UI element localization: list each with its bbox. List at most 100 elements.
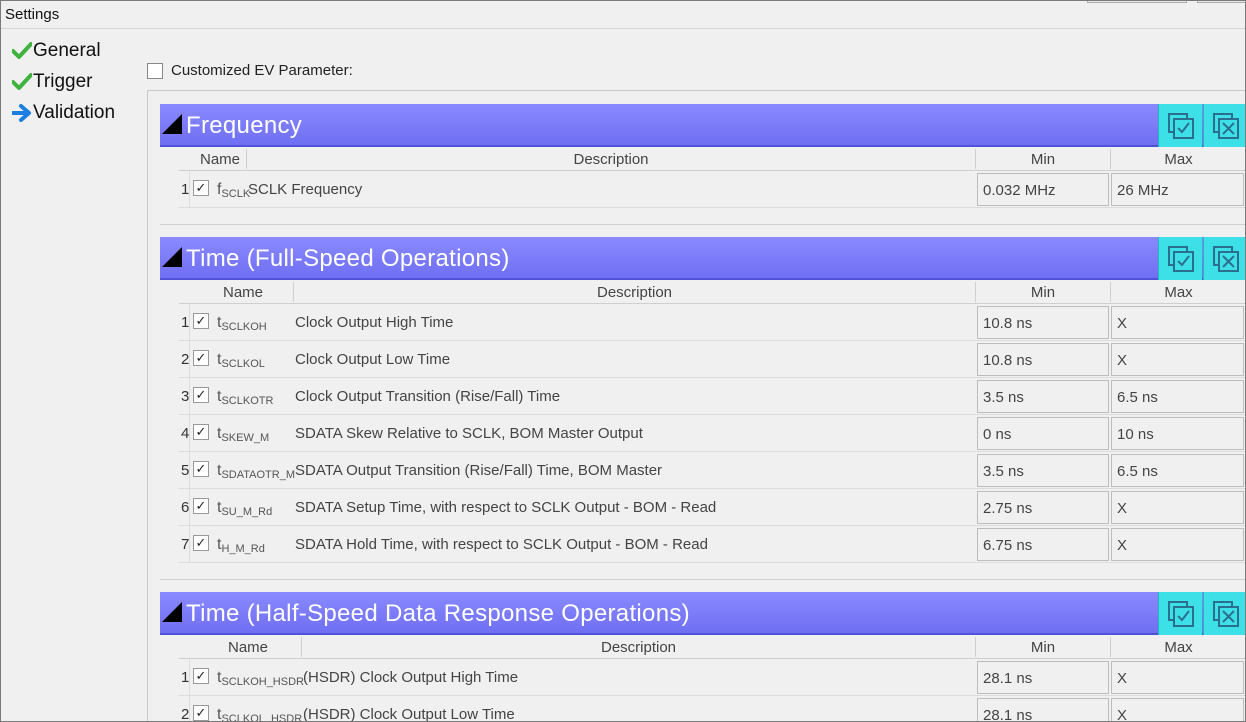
max-value-field[interactable]: X [1111,698,1244,721]
param-description: (HSDR) Clock Output High Time [303,669,519,686]
param-symbol: fSCLK [217,181,251,200]
row-checkbox[interactable]: ✓ [193,461,209,477]
column-name: Name [222,284,263,301]
check-icon [11,71,33,93]
min-value-field[interactable]: 0.032 MHz [977,173,1109,206]
column-description: Description [600,639,677,656]
section-title: Frequency [186,112,303,139]
min-value-field[interactable]: 3.5 ns [977,454,1109,487]
check-icon [11,40,33,62]
settings-window: Settings General Trigger Validation Cust… [0,0,1246,722]
param-description: SDATA Skew Relative to SCLK, BOM Master … [295,425,643,442]
min-value-field[interactable]: 28.1 ns [977,698,1109,721]
min-value-field[interactable]: 10.8 ns [977,343,1109,376]
deselect-all-button[interactable] [1203,237,1245,280]
section-title: Time (Half-Speed Data Response Operation… [186,600,690,627]
table-row[interactable]: 3 ✓ tSCLKOTR Clock Output Transition (Ri… [179,378,1245,415]
settings-nav: General Trigger Validation [11,35,146,128]
collapse-triangle-icon[interactable] [162,114,182,134]
row-checkbox[interactable]: ✓ [193,705,209,721]
nav-item-general[interactable]: General [11,35,146,66]
table-row[interactable]: 1 ✓ tSCLKOH_HSDR (HSDR) Clock Output Hig… [179,659,1245,696]
nav-item-trigger[interactable]: Trigger [11,66,146,97]
min-value-field[interactable]: 3.5 ns [977,380,1109,413]
collapse-triangle-icon[interactable] [162,602,182,622]
row-number: 2 [181,706,190,722]
select-all-icon [1167,112,1194,139]
column-min: Min [1030,151,1056,168]
section-frequency: Frequency Name Description Min Max 1 ✓ f… [160,104,1245,208]
parameter-table: Name Description Min Max 1 ✓ tSCLKOH Clo… [179,280,1245,563]
row-checkbox[interactable]: ✓ [193,350,209,366]
min-value-field[interactable]: 2.75 ns [977,491,1109,524]
section-header[interactable]: Frequency [160,104,1245,147]
min-value-field[interactable]: 28.1 ns [977,661,1109,694]
param-description: SDATA Hold Time, with respect to SCLK Ou… [295,536,708,553]
param-symbol: tSDATAOTR_M [217,462,295,481]
param-symbol: tSKEW_M [217,425,270,444]
table-row[interactable]: 1 ✓ tSCLKOH Clock Output High Time 10.8 … [179,304,1245,341]
select-all-button[interactable] [1158,104,1202,147]
param-description: (HSDR) Clock Output Low Time [303,706,515,722]
deselect-all-button[interactable] [1203,104,1245,147]
table-row[interactable]: 1 ✓ fSCLK SCLK Frequency 0.032 MHz 26 MH… [179,171,1245,208]
column-description: Description [596,284,673,301]
max-value-field[interactable]: X [1111,661,1244,694]
param-description: SDATA Output Transition (Rise/Fall) Time… [295,462,663,479]
window-title: Settings [5,6,60,23]
table-row[interactable]: 6 ✓ tSU_M_Rd SDATA Setup Time, with resp… [179,489,1245,526]
nav-item-validation[interactable]: Validation [11,97,146,128]
select-all-button[interactable] [1158,237,1202,280]
param-description: Clock Output High Time [295,314,454,331]
max-value-field[interactable]: 10 ns [1111,417,1244,450]
title-bar: Settings [1,1,1245,29]
select-all-button[interactable] [1158,592,1202,635]
row-number: 3 [181,388,190,405]
max-value-field[interactable]: 26 MHz [1111,173,1244,206]
section-title: Time (Full-Speed Operations) [186,245,510,272]
max-value-field[interactable]: 6.5 ns [1111,454,1244,487]
column-description: Description [573,151,649,168]
max-value-field[interactable]: 6.5 ns [1111,380,1244,413]
row-checkbox[interactable]: ✓ [193,535,209,551]
table-row[interactable]: 2 ✓ tSCLKOL Clock Output Low Time 10.8 n… [179,341,1245,378]
deselect-all-button[interactable] [1203,592,1245,635]
table-header: Name Description Min Max [179,280,1245,304]
column-max: Max [1164,151,1193,168]
min-value-field[interactable]: 0 ns [977,417,1109,450]
min-value-field[interactable]: 6.75 ns [977,528,1109,561]
collapse-triangle-icon[interactable] [162,247,182,267]
row-checkbox[interactable]: ✓ [193,424,209,440]
row-number: 1 [181,181,190,198]
titlebar-button[interactable] [1087,1,1187,3]
titlebar-button[interactable] [1197,1,1245,3]
row-number: 1 [181,314,190,331]
row-checkbox[interactable]: ✓ [193,180,209,196]
deselect-all-icon [1212,245,1239,272]
max-value-field[interactable]: X [1111,491,1244,524]
customized-ev-row[interactable]: Customized EV Parameter: [147,62,353,79]
table-row[interactable]: 7 ✓ tH_M_Rd SDATA Hold Time, with respec… [179,526,1245,563]
param-symbol: tSCLKOTR [217,388,274,407]
max-value-field[interactable]: X [1111,528,1244,561]
section-header[interactable]: Time (Half-Speed Data Response Operation… [160,592,1245,635]
table-row[interactable]: 2 ✓ tSCLKOL_HSDR (HSDR) Clock Output Low… [179,696,1245,722]
param-description: SCLK Frequency [248,181,363,198]
row-checkbox[interactable]: ✓ [193,668,209,684]
nav-item-label: General [33,39,101,61]
customized-ev-checkbox[interactable] [147,62,163,79]
section-header[interactable]: Time (Full-Speed Operations) [160,237,1245,280]
row-checkbox[interactable]: ✓ [193,313,209,329]
column-name: Name [227,639,268,656]
parameter-panel[interactable]: Frequency Name Description Min Max 1 ✓ f… [147,90,1245,722]
main-content: Customized EV Parameter: Frequency Name … [147,57,1245,722]
table-row[interactable]: 5 ✓ tSDATAOTR_M SDATA Output Transition … [179,452,1245,489]
min-value-field[interactable]: 10.8 ns [977,306,1109,339]
row-checkbox[interactable]: ✓ [193,498,209,514]
max-value-field[interactable]: X [1111,306,1244,339]
param-symbol: tSCLKOH [217,314,267,333]
param-symbol: tSCLKOH_HSDR [217,669,304,688]
row-checkbox[interactable]: ✓ [193,387,209,403]
max-value-field[interactable]: X [1111,343,1244,376]
table-row[interactable]: 4 ✓ tSKEW_M SDATA Skew Relative to SCLK,… [179,415,1245,452]
